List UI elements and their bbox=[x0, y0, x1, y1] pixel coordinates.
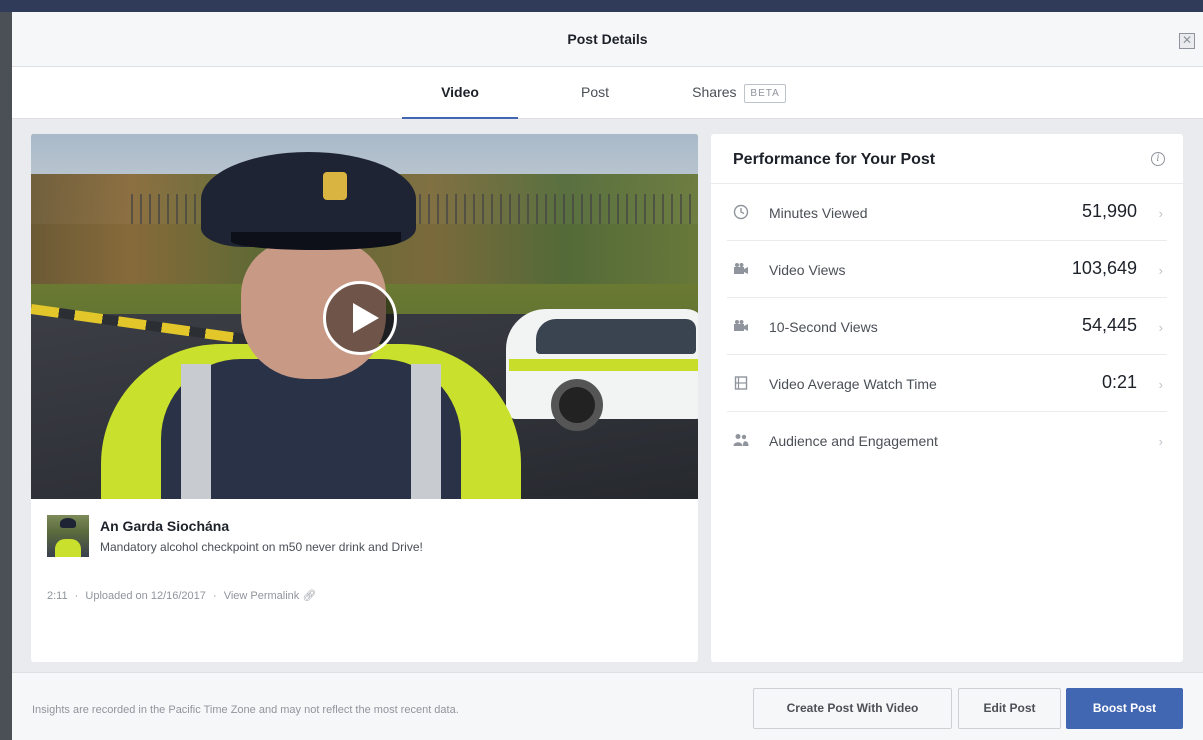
tab-post-label: Post bbox=[580, 84, 609, 100]
beta-badge: BETA bbox=[744, 83, 786, 103]
performance-title: Performance for Your Post bbox=[733, 151, 936, 168]
camera-icon bbox=[734, 320, 748, 331]
close-icon[interactable]: ✕ bbox=[1179, 33, 1195, 49]
time-zone-note: Insights are recorded in the Pacific Tim… bbox=[32, 704, 459, 716]
post-text: Mandatory alcohol checkpoint on m50 neve… bbox=[100, 540, 423, 554]
edit-post-button[interactable]: Edit Post bbox=[958, 688, 1061, 729]
chevron-right-icon: › bbox=[1158, 263, 1163, 278]
chevron-right-icon: › bbox=[1158, 206, 1163, 221]
create-post-with-video-button[interactable]: Create Post With Video bbox=[753, 688, 952, 729]
tab-post[interactable]: Post bbox=[560, 67, 630, 119]
video-card: An Garda Siochána Mandatory alcohol chec… bbox=[31, 134, 698, 662]
metric-label: Video Average Watch Time bbox=[769, 376, 937, 392]
modal-footer: Insights are recorded in the Pacific Tim… bbox=[12, 672, 1203, 740]
tab-video-label: Video bbox=[441, 84, 479, 100]
metric-label: 10-Second Views bbox=[769, 319, 878, 335]
metric-minutes-viewed[interactable]: Minutes Viewed 51,990 › bbox=[727, 184, 1167, 241]
view-permalink-link[interactable]: View Permalink bbox=[224, 590, 300, 602]
modal-body: An Garda Siochána Mandatory alcohol chec… bbox=[12, 119, 1203, 672]
video-duration: 2:11 bbox=[47, 590, 68, 602]
metric-10-second-views[interactable]: 10-Second Views 54,445 › bbox=[727, 298, 1167, 355]
performance-card: Performance for Your Post i Minutes View… bbox=[711, 134, 1183, 662]
info-icon[interactable]: i bbox=[1151, 152, 1165, 166]
modal-title: Post Details bbox=[567, 31, 648, 47]
performance-header: Performance for Your Post i bbox=[711, 134, 1183, 184]
play-icon[interactable] bbox=[323, 281, 397, 355]
video-meta: 2:11 · Uploaded on 12/16/2017 · View Per… bbox=[47, 590, 317, 602]
camera-icon bbox=[734, 263, 748, 274]
link-icon: 🔗︎ bbox=[302, 590, 317, 602]
metric-average-watch-time[interactable]: Video Average Watch Time 0:21 › bbox=[727, 355, 1167, 412]
metric-value: 54,445 bbox=[1081, 315, 1137, 335]
tab-bar: Video Post Shares BETA bbox=[12, 67, 1203, 119]
tab-video[interactable]: Video bbox=[402, 67, 518, 119]
metric-label: Video Views bbox=[769, 262, 846, 278]
clock-icon bbox=[733, 204, 749, 220]
chevron-right-icon: › bbox=[1158, 377, 1163, 392]
metric-label: Audience and Engagement bbox=[769, 433, 938, 449]
page-name[interactable]: An Garda Siochána bbox=[100, 518, 229, 534]
metric-audience-engagement[interactable]: Audience and Engagement › bbox=[727, 412, 1167, 469]
boost-post-button[interactable]: Boost Post bbox=[1066, 688, 1183, 729]
modal-header: Post Details ✕ bbox=[12, 12, 1203, 67]
metric-label: Minutes Viewed bbox=[769, 205, 868, 221]
tab-shares[interactable]: Shares BETA bbox=[674, 67, 804, 119]
upload-date: Uploaded on 12/16/2017 bbox=[85, 590, 206, 602]
metric-value: 103,649 bbox=[1071, 258, 1137, 278]
film-icon bbox=[734, 376, 748, 390]
people-icon bbox=[733, 434, 749, 446]
tab-shares-label: Shares bbox=[692, 84, 737, 100]
chevron-right-icon: › bbox=[1158, 434, 1163, 449]
post-info: An Garda Siochána Mandatory alcohol chec… bbox=[47, 515, 687, 565]
page-avatar[interactable] bbox=[47, 515, 89, 557]
metric-value: 51,990 bbox=[1081, 201, 1137, 221]
chevron-right-icon: › bbox=[1158, 320, 1163, 335]
post-details-modal: Post Details ✕ Video Post Shares BETA An… bbox=[12, 12, 1203, 740]
metric-video-views[interactable]: Video Views 103,649 › bbox=[727, 241, 1167, 298]
metric-value: 0:21 bbox=[1101, 372, 1137, 392]
video-player[interactable] bbox=[31, 134, 698, 499]
window-top-band bbox=[0, 0, 1203, 12]
